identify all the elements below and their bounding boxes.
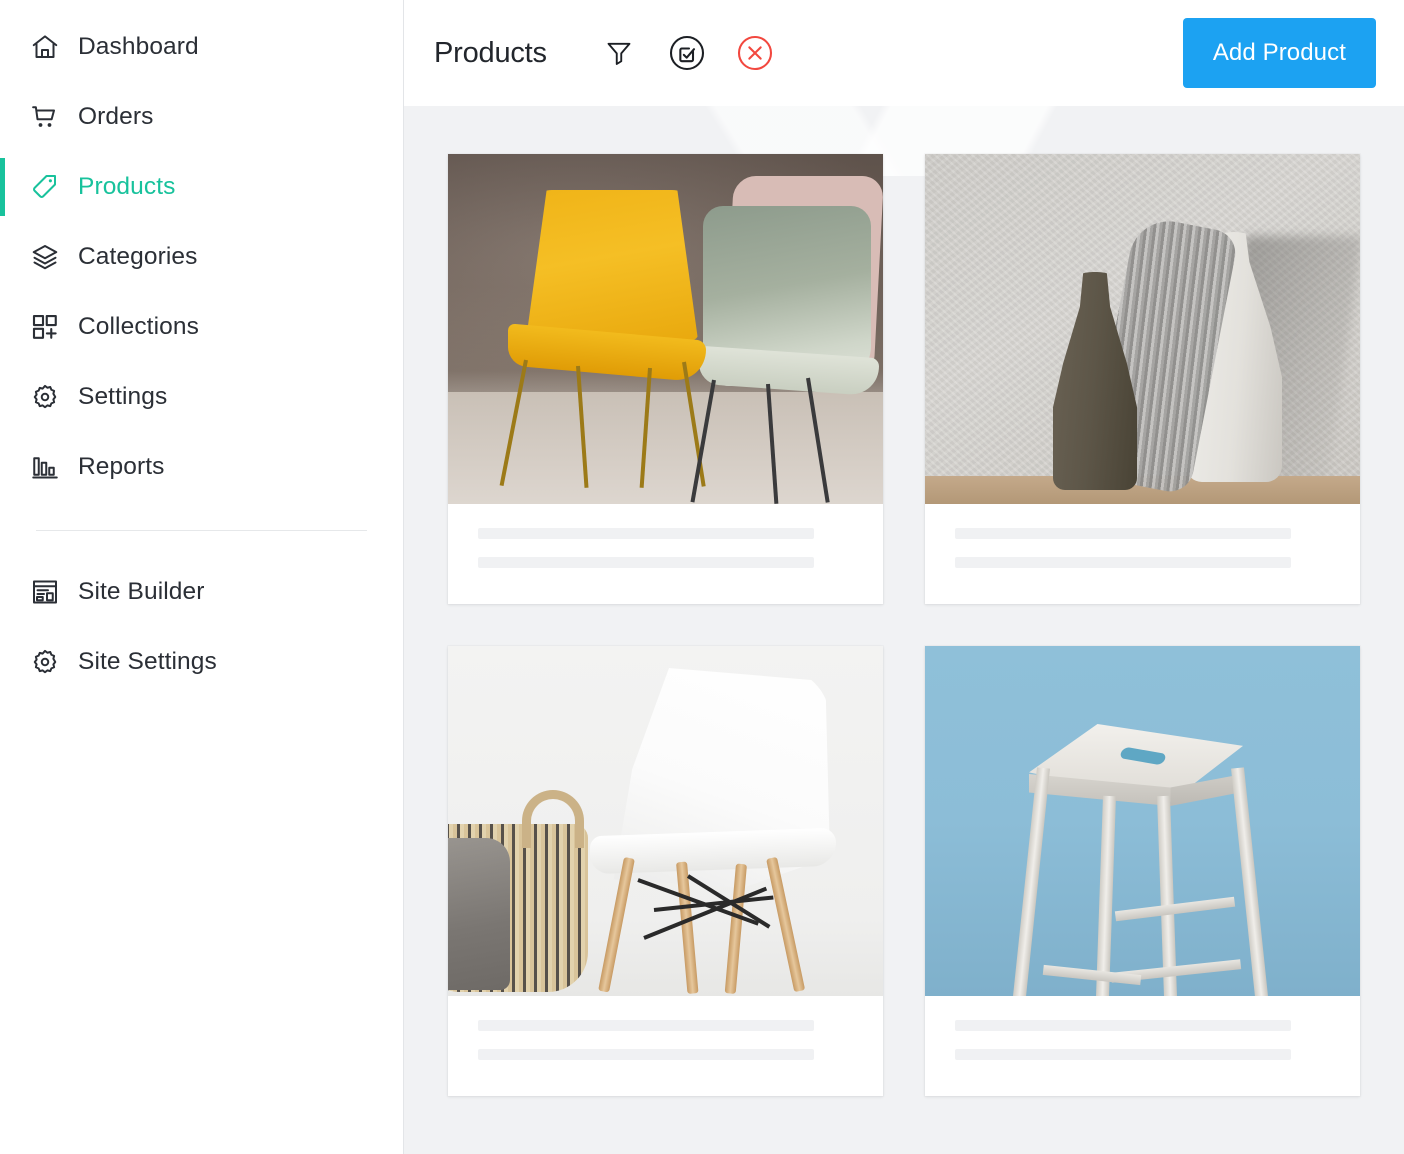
cancel-icon[interactable] bbox=[733, 31, 777, 75]
sidebar-item-settings[interactable]: Settings bbox=[0, 362, 403, 432]
gear-icon bbox=[28, 645, 62, 679]
sidebar-divider bbox=[36, 530, 367, 531]
layout-builder-icon bbox=[28, 575, 62, 609]
product-title-placeholder bbox=[478, 528, 814, 539]
page-title: Products bbox=[434, 36, 547, 69]
white-chair-scene-illustration bbox=[448, 646, 883, 996]
sidebar-item-label: Collections bbox=[78, 313, 199, 340]
sidebar-item-site-settings[interactable]: Site Settings bbox=[0, 627, 403, 697]
product-meta-placeholder bbox=[955, 557, 1291, 568]
product-image bbox=[448, 646, 883, 996]
grid-plus-icon bbox=[28, 310, 62, 344]
product-meta-placeholder bbox=[478, 1049, 814, 1060]
product-title-placeholder bbox=[955, 1020, 1291, 1031]
product-title-placeholder bbox=[478, 1020, 814, 1031]
shopping-cart-icon bbox=[28, 100, 62, 134]
product-card[interactable] bbox=[925, 154, 1360, 604]
sidebar-item-label: Site Builder bbox=[78, 578, 205, 605]
bar-chart-icon bbox=[28, 450, 62, 484]
product-meta-placeholder bbox=[478, 557, 814, 568]
product-image bbox=[448, 154, 883, 504]
product-card[interactable] bbox=[448, 646, 883, 1096]
app-root: Dashboard Orders Products Categories Col… bbox=[0, 0, 1404, 1154]
sidebar-primary-group: Dashboard Orders Products Categories Col… bbox=[0, 12, 403, 502]
gear-icon bbox=[28, 380, 62, 414]
sidebar-item-label: Products bbox=[78, 173, 176, 200]
main-area: Products Add Product bbox=[404, 0, 1404, 1154]
product-card-body bbox=[448, 504, 883, 604]
stool-scene-illustration bbox=[925, 646, 1360, 996]
sidebar-item-dashboard[interactable]: Dashboard bbox=[0, 12, 403, 82]
sidebar-item-label: Dashboard bbox=[78, 33, 199, 60]
sidebar-item-label: Orders bbox=[78, 103, 154, 130]
sidebar-item-products[interactable]: Products bbox=[0, 152, 403, 222]
sidebar-item-site-builder[interactable]: Site Builder bbox=[0, 557, 403, 627]
product-card-body bbox=[925, 996, 1360, 1096]
sidebar-item-label: Reports bbox=[78, 453, 165, 480]
sidebar-item-collections[interactable]: Collections bbox=[0, 292, 403, 362]
sidebar-item-label: Site Settings bbox=[78, 648, 217, 675]
product-image bbox=[925, 154, 1360, 504]
page-toolbar: Products Add Product bbox=[404, 0, 1404, 106]
add-product-button[interactable]: Add Product bbox=[1182, 18, 1376, 88]
product-card-body bbox=[925, 504, 1360, 604]
select-mode-icon[interactable] bbox=[665, 31, 709, 75]
product-title-placeholder bbox=[955, 528, 1291, 539]
sidebar-item-reports[interactable]: Reports bbox=[0, 432, 403, 502]
tag-icon bbox=[28, 170, 62, 204]
filter-icon[interactable] bbox=[597, 31, 641, 75]
products-grid bbox=[448, 154, 1360, 1096]
chairs-scene-illustration bbox=[448, 154, 883, 504]
sidebar-item-orders[interactable]: Orders bbox=[0, 82, 403, 152]
product-card-body bbox=[448, 996, 883, 1096]
vases-scene-illustration bbox=[925, 154, 1360, 504]
product-card[interactable] bbox=[448, 154, 883, 604]
product-meta-placeholder bbox=[955, 1049, 1291, 1060]
sidebar-item-categories[interactable]: Categories bbox=[0, 222, 403, 292]
sidebar-item-label: Settings bbox=[78, 383, 168, 410]
sidebar-secondary-group: Site Builder Site Settings bbox=[0, 557, 403, 697]
layers-icon bbox=[28, 240, 62, 274]
product-card[interactable] bbox=[925, 646, 1360, 1096]
home-icon bbox=[28, 30, 62, 64]
product-image bbox=[925, 646, 1360, 996]
sidebar-item-label: Categories bbox=[78, 243, 198, 270]
sidebar: Dashboard Orders Products Categories Col… bbox=[0, 0, 404, 1154]
products-content-area bbox=[404, 106, 1404, 1154]
